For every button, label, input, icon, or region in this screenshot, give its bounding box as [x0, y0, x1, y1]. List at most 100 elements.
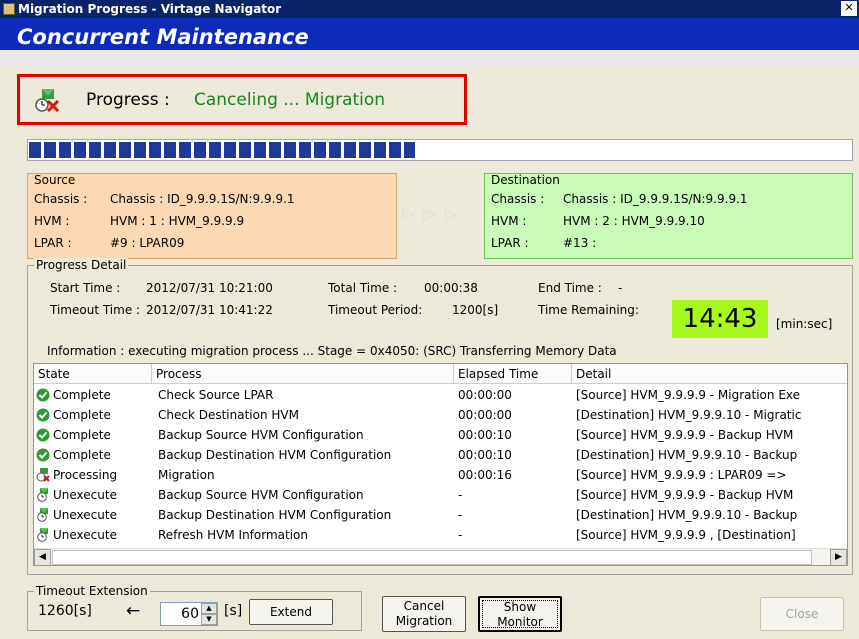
start-time-label: Start Time : — [50, 281, 121, 295]
detail-cell: [Source] HVM_9.9.9.9 - Migration Exe — [576, 385, 847, 405]
detail-cell-text: [Source] HVM_9.9.9.9 - Backup HVM — [576, 488, 794, 502]
total-time-label: Total Time : — [328, 281, 398, 295]
state-cell-text: Complete — [53, 388, 111, 402]
process-cell-text: Backup Destination HVM Configuration — [158, 508, 392, 522]
state-cell: Processing — [36, 465, 152, 485]
destination-hvm-value: HVM : 2 : HVM_9.9.9.10 — [563, 214, 705, 228]
elapsed-cell-text: 00:00:10 — [458, 448, 512, 462]
process-cell: Check Destination HVM — [158, 405, 452, 425]
time-remaining-display: 14:43 — [672, 300, 768, 338]
column-header-state[interactable]: State — [34, 364, 152, 384]
progress-detail-legend: Progress Detail — [34, 258, 129, 272]
process-cell-text: Migration — [158, 468, 215, 482]
spinner-down-button[interactable]: ▼ — [201, 614, 217, 625]
scroll-left-button[interactable]: ◀ — [34, 549, 51, 565]
timeout-extension-legend: Timeout Extension — [34, 584, 150, 598]
check-icon — [36, 448, 50, 462]
destination-lpar-key: LPAR : — [491, 236, 529, 250]
scroll-right-button[interactable]: ▶ — [830, 549, 847, 565]
detail-cell: [Destination] HVM_9.9.9.10 - Migratic — [576, 405, 847, 425]
app-icon — [3, 3, 15, 15]
detail-cell-text: [Source] HVM_9.9.9.9 , [Destination] — [576, 528, 796, 542]
table-row[interactable]: Complete Backup Source HVM Configuration 0… — [34, 425, 847, 445]
table-row[interactable]: Unexecute Backup Source HVM Configuration… — [34, 485, 847, 505]
timeout-unit: [s] — [224, 603, 243, 619]
destination-chassis-key: Chassis : — [491, 192, 545, 206]
process-list[interactable]: State Process Elapsed Time Detail Comple… — [33, 363, 848, 566]
detail-cell: [Destination] HVM_9.9.9.10 - Backup — [576, 445, 847, 465]
process-cell: Migration — [158, 465, 452, 485]
elapsed-cell-text: 00:00:10 — [458, 428, 512, 442]
processing-icon — [36, 468, 50, 482]
progress-status-box: Progress : Canceling ... Migration — [17, 74, 467, 125]
column-header-elapsed[interactable]: Elapsed Time — [454, 364, 572, 384]
detail-cell-text: [Source] HVM_9.9.9.9 - Migration Exe — [576, 388, 801, 402]
elapsed-cell-text: 00:00:00 — [458, 388, 512, 402]
elapsed-cell: - — [458, 525, 570, 545]
state-cell: Unexecute — [36, 505, 152, 525]
elapsed-cell: - — [458, 485, 570, 505]
process-cell: Backup Destination HVM Configuration — [158, 445, 452, 465]
state-cell-text: Unexecute — [53, 508, 117, 522]
window-close-button[interactable]: ✕ — [841, 1, 857, 16]
timeout-time-value: 2012/07/31 10:41:22 — [146, 303, 273, 317]
end-time-value: - — [618, 281, 623, 295]
detail-cell-text: [Source] HVM_9.9.9.9 - Backup HVM — [576, 428, 794, 442]
elapsed-cell-text: 00:00:00 — [458, 408, 512, 422]
detail-cell: [Source] HVM_9.9.9.9 : LPAR09 => — [576, 465, 847, 485]
check-icon — [36, 428, 50, 442]
state-cell: Unexecute — [36, 485, 152, 505]
destination-panel: Destination Chassis : Chassis : ID_9.9.9… — [484, 173, 853, 259]
source-chassis-value: Chassis : ID_9.9.9.1S/N:9.9.9.1 — [110, 192, 295, 206]
banner-title: Concurrent Maintenance — [17, 25, 309, 49]
spinner-value[interactable]: 60 — [181, 606, 199, 622]
total-time-value: 00:00:38 — [424, 281, 478, 295]
table-row[interactable]: Processing Migration 00:00:16 [Source] HVM_… — [34, 465, 847, 485]
table-row[interactable]: Unexecute Refresh HVM Information - [Source… — [34, 525, 847, 545]
detail-cell-text: [Source] HVM_9.9.9.9 : LPAR09 => — [576, 468, 787, 482]
elapsed-cell-text: - — [458, 508, 463, 522]
state-cell: Complete — [36, 445, 152, 465]
elapsed-cell-text: 00:00:16 — [458, 468, 512, 482]
process-cell: Backup Destination HVM Configuration — [158, 505, 452, 525]
spinner-up-button[interactable]: ▲ — [201, 603, 217, 614]
cancel-migration-button[interactable]: Cancel Migration — [382, 596, 466, 632]
close-button[interactable]: Close — [760, 597, 844, 631]
table-row[interactable]: Complete Check Source LPAR 00:00:00 [Source… — [34, 385, 847, 405]
window-title: Migration Progress - Virtage Navigator — [18, 2, 282, 16]
state-cell-text: Complete — [53, 408, 111, 422]
state-cell: Complete — [36, 425, 152, 445]
progress-label: Progress : — [86, 90, 170, 110]
start-time-value: 2012/07/31 10:21:00 — [146, 281, 273, 295]
state-cell-text: Processing — [53, 468, 118, 482]
source-panel: Source Chassis : Chassis : ID_9.9.9.1S/N… — [27, 173, 397, 259]
elapsed-cell: 00:00:10 — [458, 445, 570, 465]
banner-band — [0, 50, 859, 68]
elapsed-cell-text: - — [458, 528, 463, 542]
extend-button[interactable]: Extend — [249, 599, 333, 625]
horizontal-scrollbar[interactable]: ◀ ▶ — [34, 548, 847, 565]
column-header-detail[interactable]: Detail — [572, 364, 847, 384]
show-monitor-button[interactable]: Show Monitor — [478, 596, 562, 632]
timeout-time-label: Timeout Time : — [50, 303, 141, 317]
state-cell-text: Unexecute — [53, 488, 117, 502]
pending-icon — [36, 528, 50, 542]
detail-cell: [Source] HVM_9.9.9.9 - Backup HVM — [576, 425, 847, 445]
show-monitor-line2: Monitor — [497, 615, 543, 629]
table-row[interactable]: Complete Check Destination HVM 00:00:00 [De… — [34, 405, 847, 425]
table-row[interactable]: Unexecute Backup Destination HVM Configur… — [34, 505, 847, 525]
table-row[interactable]: Complete Backup Destination HVM Configura… — [34, 445, 847, 465]
process-cell-text: Backup Destination HVM Configuration — [158, 448, 392, 462]
elapsed-cell: 00:00:00 — [458, 405, 570, 425]
process-cell-text: Check Source LPAR — [158, 388, 274, 402]
source-lpar-value: #9 : LPAR09 — [110, 236, 185, 250]
source-hvm-key: HVM : — [34, 214, 70, 228]
cancel-migration-line1: Cancel — [403, 599, 445, 613]
column-header-process[interactable]: Process — [152, 364, 454, 384]
process-cell-text: Refresh HVM Information — [158, 528, 308, 542]
detail-cell: [Destination] HVM_9.9.9.10 - Backup — [576, 505, 847, 525]
migration-direction-arrows: ▷ ▷ ▷ — [402, 204, 460, 223]
timeout-current-value: 1260[s] — [38, 603, 92, 619]
scrollbar-thumb[interactable] — [52, 550, 812, 565]
timeout-extension-spinner[interactable]: 60 ▲ ▼ — [160, 602, 218, 626]
